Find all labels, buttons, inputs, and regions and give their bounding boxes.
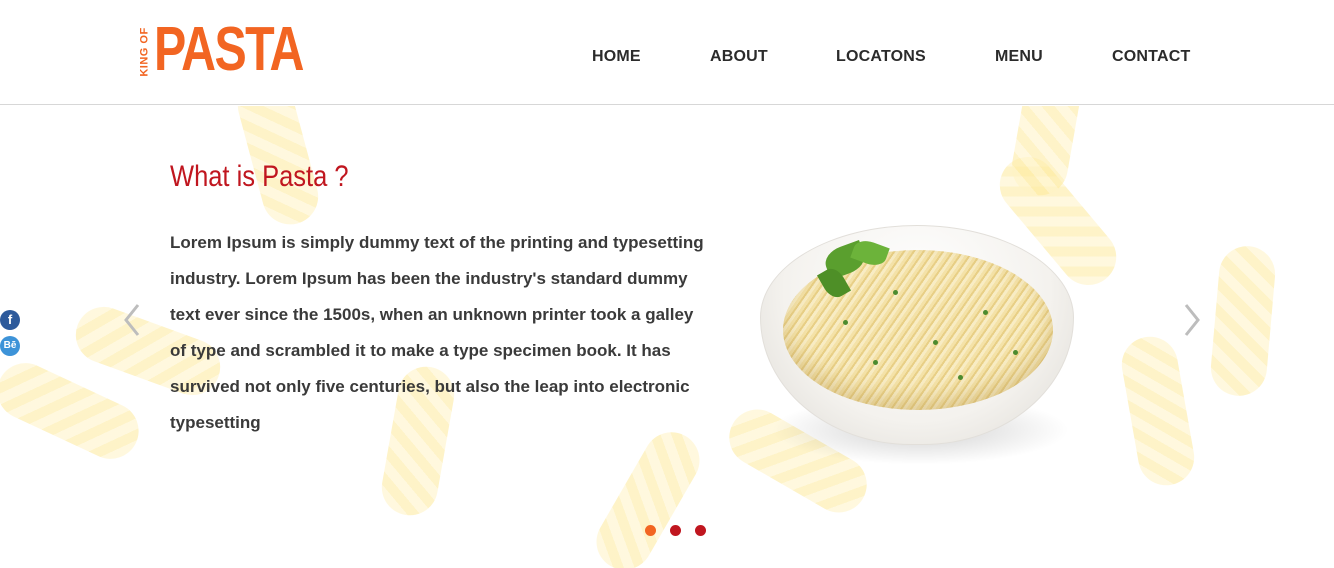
- carousel-dot-1[interactable]: [645, 525, 656, 536]
- logo[interactable]: KING OF PASTA: [138, 19, 305, 82]
- fusilli-decoration: [1117, 332, 1199, 490]
- chevron-right-icon[interactable]: [1182, 302, 1202, 338]
- chevron-left-icon[interactable]: [122, 302, 142, 338]
- behance-icon[interactable]: Bē: [0, 336, 20, 356]
- facebook-icon[interactable]: f: [0, 310, 20, 330]
- nav-home[interactable]: HOME: [592, 48, 641, 66]
- logo-tagline: KING OF: [138, 27, 151, 77]
- pasta-bowl-image: [760, 225, 1075, 470]
- slide-title: What is Pasta ?: [170, 160, 349, 193]
- carousel-dot-2[interactable]: [670, 525, 681, 536]
- carousel-dot-3[interactable]: [695, 525, 706, 536]
- site-header: KING OF PASTA HOME ABOUT LOCATONS MENU C…: [0, 0, 1334, 105]
- fusilli-decoration: [1007, 106, 1089, 200]
- slide-description: Lorem Ipsum is simply dummy text of the …: [170, 233, 704, 432]
- fusilli-decoration: [586, 422, 710, 568]
- logo-wordmark: PASTA: [154, 15, 304, 84]
- nav-contact[interactable]: CONTACT: [1112, 48, 1190, 66]
- nav-locations[interactable]: LOCATONS: [836, 48, 926, 66]
- fusilli-decoration: [1208, 243, 1278, 399]
- nav-about[interactable]: ABOUT: [710, 48, 768, 66]
- nav-menu[interactable]: MENU: [995, 48, 1043, 66]
